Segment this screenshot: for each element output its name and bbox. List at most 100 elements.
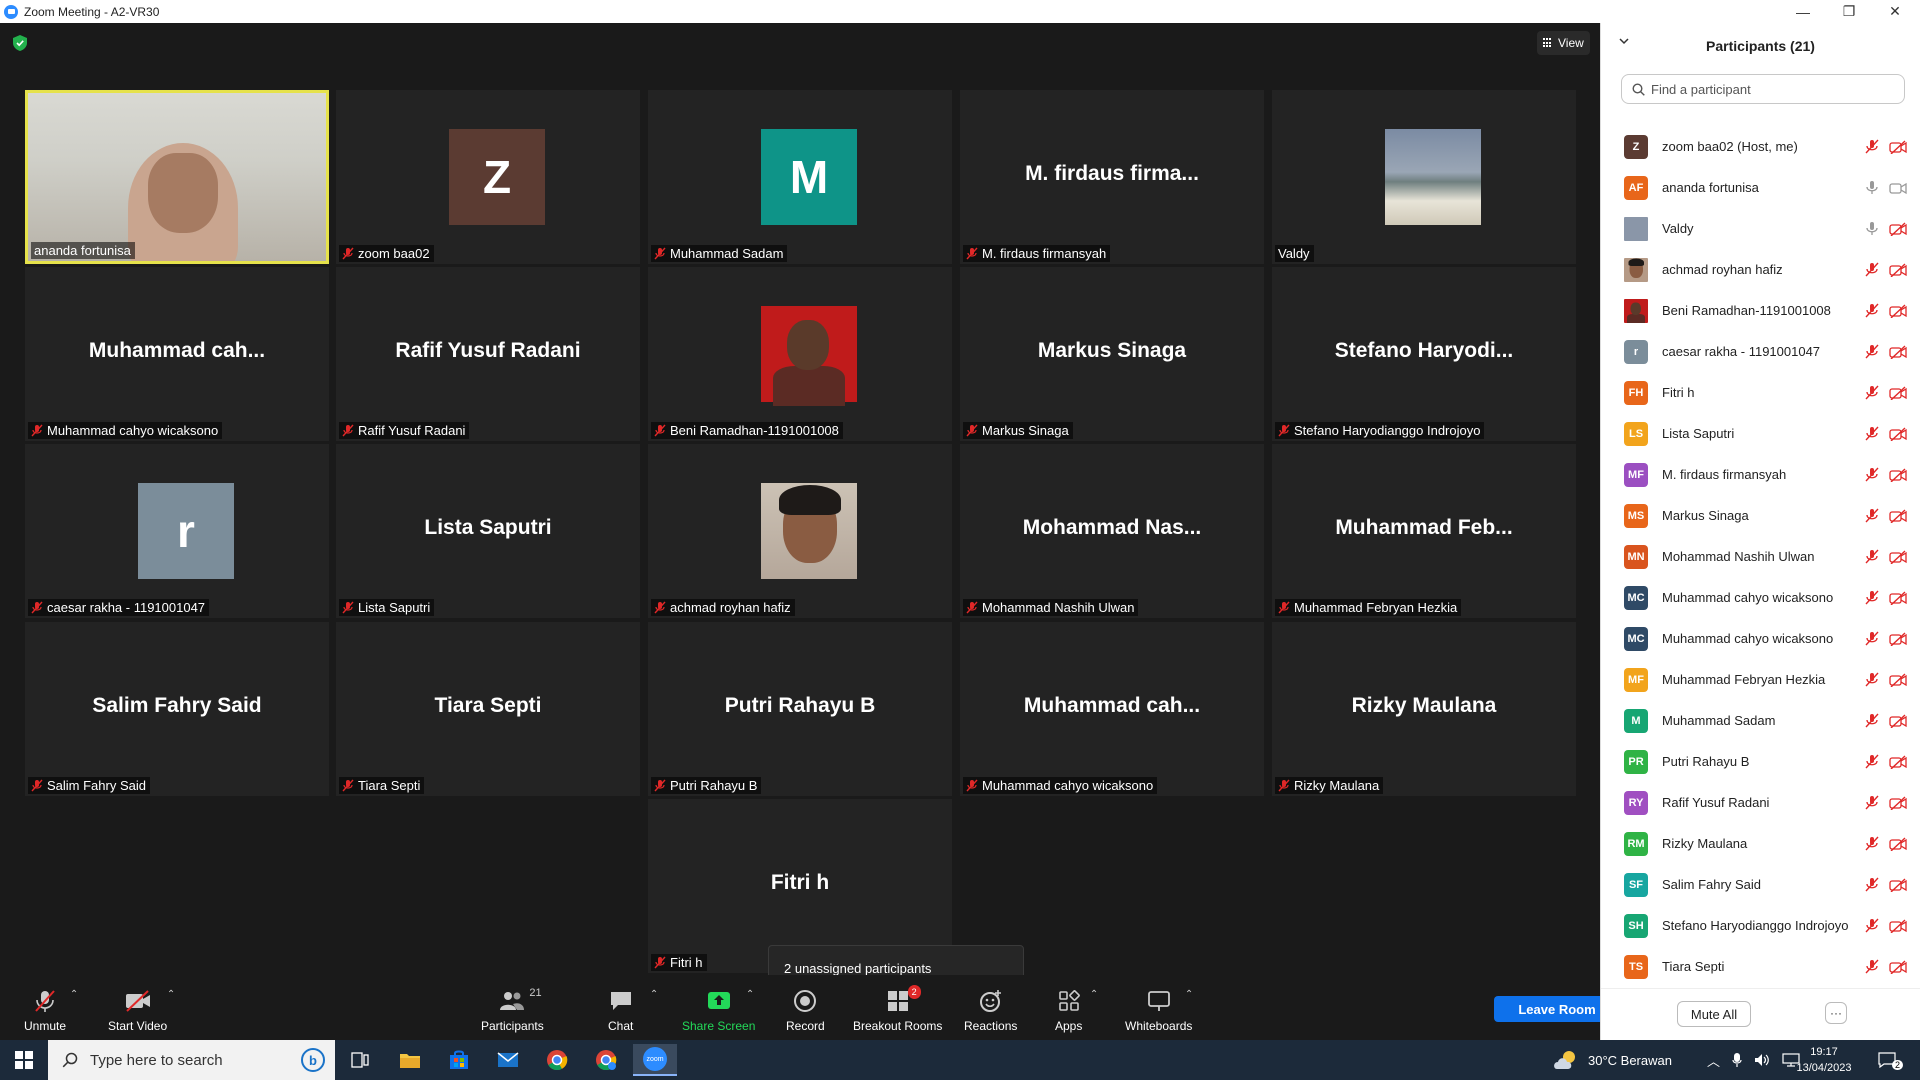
more-options-button[interactable]: ··· <box>1825 1002 1847 1024</box>
participants-button[interactable]: 21 Participants <box>481 987 544 1033</box>
mic-off-icon[interactable] <box>1865 344 1879 359</box>
participant-row[interactable]: MF Muhammad Febryan Hezkia <box>1601 659 1920 700</box>
zoom-app-icon[interactable]: zoom <box>633 1044 677 1076</box>
mic-off-icon[interactable] <box>1865 139 1879 154</box>
tray-chevron-icon[interactable]: ︿ <box>1707 1051 1720 1070</box>
video-tile[interactable]: Rizky Maulana Rizky Maulana <box>1272 622 1576 796</box>
mic-off-icon[interactable] <box>1865 508 1879 523</box>
mic-off-icon[interactable] <box>1865 836 1879 851</box>
mic-off-icon[interactable] <box>1865 918 1879 933</box>
participant-row[interactable]: RY Rafif Yusuf Radani <box>1601 782 1920 823</box>
mic-off-icon[interactable] <box>1865 303 1879 318</box>
mic-off-icon[interactable] <box>1865 877 1879 892</box>
participant-row[interactable]: Zzoom baa02 (Host, me) <box>1601 126 1920 167</box>
video-tile[interactable]: Muhammad cah... Muhammad cahyo wicaksono <box>960 622 1264 796</box>
mic-off-icon[interactable] <box>1865 262 1879 277</box>
participant-row[interactable]: Valdy <box>1601 208 1920 249</box>
participant-search-input[interactable] <box>1651 81 1881 97</box>
chevron-down-icon[interactable] <box>1619 36 1629 46</box>
video-tile[interactable]: r caesar rakha - 1191001047 <box>25 444 329 618</box>
file-explorer-icon[interactable] <box>388 1044 432 1076</box>
minimize-button[interactable]: — <box>1780 0 1826 23</box>
participant-row[interactable]: Beni Ramadhan-1191001008 <box>1601 290 1920 331</box>
record-button[interactable]: Record <box>786 989 825 1033</box>
participant-row[interactable]: MC Muhammad cahyo wicaksono <box>1601 577 1920 618</box>
video-tile[interactable]: Valdy <box>1272 90 1576 264</box>
participant-row[interactable]: RM Rizky Maulana <box>1601 823 1920 864</box>
taskbar-search[interactable]: Type here to search b <box>48 1040 335 1080</box>
mute-all-button[interactable]: Mute All <box>1677 1001 1751 1027</box>
video-tile[interactable]: Stefano Haryodi... Stefano Haryodianggo I… <box>1272 267 1576 441</box>
video-tile[interactable]: ananda fortunisa <box>25 90 329 264</box>
maximize-button[interactable]: ❐ <box>1826 0 1872 23</box>
video-tile[interactable]: Muhammad Feb... Muhammad Febryan Hezkia <box>1272 444 1576 618</box>
participant-row[interactable]: AF ananda fortunisa <box>1601 167 1920 208</box>
mic-off-icon[interactable] <box>1865 713 1879 728</box>
mic-off-icon[interactable] <box>1865 959 1879 974</box>
start-button[interactable] <box>0 1040 48 1080</box>
mic-icon[interactable] <box>1865 221 1879 236</box>
mic-off-icon[interactable] <box>1865 672 1879 687</box>
video-tile[interactable]: Salim Fahry Said Salim Fahry Said <box>25 622 329 796</box>
reactions-button[interactable]: Reactions <box>964 989 1017 1033</box>
view-button[interactable]: View <box>1537 31 1590 55</box>
participant-row[interactable]: TS Tiara Septi <box>1601 946 1920 987</box>
task-view-icon[interactable] <box>338 1044 382 1076</box>
search-icon <box>1632 82 1645 96</box>
participant-row[interactable]: MN Mohammad Nashih Ulwan <box>1601 536 1920 577</box>
mic-off-icon[interactable] <box>1865 795 1879 810</box>
video-tile[interactable]: Zzoom baa02 <box>336 90 640 264</box>
participant-row[interactable]: MC Muhammad cahyo wicaksono <box>1601 618 1920 659</box>
mic-off-icon[interactable] <box>1865 385 1879 400</box>
video-tile[interactable]: Lista Saputri Lista Saputri <box>336 444 640 618</box>
video-tile[interactable]: achmad royhan hafiz <box>648 444 952 618</box>
participant-search[interactable] <box>1621 74 1905 104</box>
taskbar-clock[interactable]: 19:17 13/04/2023 <box>1794 1044 1854 1076</box>
video-tile[interactable]: Tiara Septi Tiara Septi <box>336 622 640 796</box>
mic-off-icon[interactable] <box>1865 590 1879 605</box>
weather-widget[interactable]: 30°C Berawan <box>1552 1040 1672 1080</box>
participant-row[interactable]: SF Salim Fahry Said <box>1601 864 1920 905</box>
participant-row[interactable]: achmad royhan hafiz <box>1601 249 1920 290</box>
unmute-button[interactable]: Unmute <box>24 989 66 1033</box>
participant-row[interactable]: r caesar rakha - 1191001047 <box>1601 331 1920 372</box>
mic-off-icon[interactable] <box>1865 426 1879 441</box>
share-screen-button[interactable]: Share Screen <box>682 989 755 1033</box>
chat-button[interactable]: Chat <box>608 989 633 1033</box>
video-tile[interactable]: M Muhammad Sadam <box>648 90 952 264</box>
mail-icon[interactable] <box>486 1044 530 1076</box>
breakout-rooms-button[interactable]: 2 Breakout Rooms <box>853 985 942 1033</box>
video-tile[interactable]: M. firdaus firma... M. firdaus firmansyah <box>960 90 1264 264</box>
mic-off-icon[interactable] <box>1865 631 1879 646</box>
mic-off-icon[interactable] <box>1865 549 1879 564</box>
participant-row[interactable]: M Muhammad Sadam <box>1601 700 1920 741</box>
video-off-icon <box>1889 590 1907 605</box>
speaker-icon[interactable] <box>1754 1053 1770 1067</box>
video-tile[interactable]: Rafif Yusuf Radani Rafif Yusuf Radani <box>336 267 640 441</box>
mic-off-icon[interactable] <box>1865 754 1879 769</box>
chrome-icon[interactable] <box>535 1044 579 1076</box>
video-tile[interactable]: Muhammad cah... Muhammad cahyo wicaksono <box>25 267 329 441</box>
whiteboards-button[interactable]: Whiteboards <box>1125 989 1192 1033</box>
participant-row[interactable]: PR Putri Rahayu B <box>1601 741 1920 782</box>
participant-row[interactable]: SH Stefano Haryodianggo Indrojoyo <box>1601 905 1920 946</box>
store-icon[interactable] <box>437 1044 481 1076</box>
mic-off-icon[interactable] <box>1865 467 1879 482</box>
mic-icon[interactable] <box>1865 180 1879 195</box>
chrome-profile-icon[interactable] <box>584 1044 628 1076</box>
start-video-button[interactable]: Start Video <box>108 989 167 1033</box>
notification-button[interactable]: 2 <box>1878 1040 1908 1080</box>
video-tile[interactable]: Markus Sinaga Markus Sinaga <box>960 267 1264 441</box>
apps-button[interactable]: Apps <box>1055 989 1082 1033</box>
video-tile[interactable]: Beni Ramadhan-1191001008 <box>648 267 952 441</box>
video-tile[interactable]: Mohammad Nas... Mohammad Nashih Ulwan <box>960 444 1264 618</box>
participant-row[interactable]: FH Fitri h <box>1601 372 1920 413</box>
video-tile[interactable]: Putri Rahayu B Putri Rahayu B <box>648 622 952 796</box>
microphone-icon[interactable] <box>1732 1052 1742 1068</box>
bing-icon[interactable]: b <box>301 1048 325 1072</box>
participant-row[interactable]: LS Lista Saputri <box>1601 413 1920 454</box>
close-window-button[interactable]: ✕ <box>1872 0 1918 23</box>
participant-row[interactable]: MS Markus Sinaga <box>1601 495 1920 536</box>
participant-row[interactable]: MF M. firdaus firmansyah <box>1601 454 1920 495</box>
shield-icon[interactable] <box>13 35 27 51</box>
